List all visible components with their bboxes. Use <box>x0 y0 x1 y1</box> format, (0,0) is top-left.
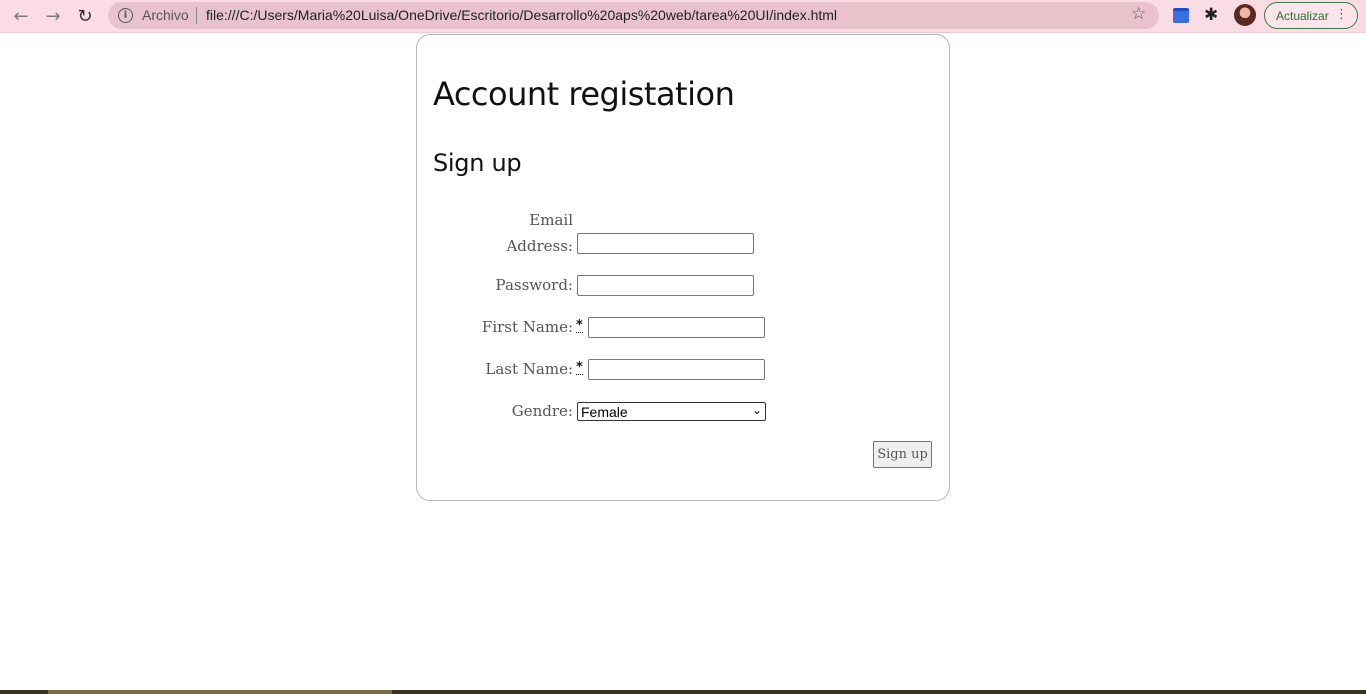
address-bar[interactable]: i Archivo file:///C:/Users/Maria%20Luisa… <box>108 2 1159 29</box>
page-title: Account registation <box>433 75 735 113</box>
update-button-label: Actualizar <box>1276 8 1329 23</box>
gender-selected-value: Female <box>581 403 628 420</box>
first-name-label: First Name: <box>481 318 573 336</box>
back-arrow-icon[interactable]: ← <box>8 4 34 28</box>
browser-toolbar: ← → ↻ i Archivo file:///C:/Users/Maria%2… <box>0 0 1366 33</box>
menu-dots-icon[interactable]: ⋮ <box>1335 7 1348 22</box>
extensions-puzzle-icon[interactable]: ✱ <box>1204 5 1218 25</box>
email-label: Email Address: <box>497 207 573 259</box>
bookmark-star-icon[interactable]: ☆ <box>1131 4 1146 24</box>
required-marker: * <box>576 318 583 333</box>
forward-arrow-icon[interactable]: → <box>40 4 66 28</box>
form-subtitle: Sign up <box>433 149 522 177</box>
update-button[interactable]: Actualizar ⋮ <box>1264 2 1358 29</box>
site-info-label[interactable]: Archivo <box>142 7 189 23</box>
profile-avatar[interactable] <box>1234 4 1256 26</box>
info-icon[interactable]: i <box>118 8 133 23</box>
taskbar-edge <box>0 690 1366 694</box>
first-name-field[interactable] <box>588 317 765 338</box>
email-label-line2: Address: <box>506 237 573 255</box>
sign-up-button[interactable]: Sign up <box>873 441 932 468</box>
password-label: Password: <box>495 276 573 294</box>
last-name-label: Last Name: <box>485 360 573 378</box>
password-field[interactable] <box>577 275 754 296</box>
required-marker: * <box>576 360 583 375</box>
reload-icon[interactable]: ↻ <box>72 4 98 28</box>
extension-icon[interactable] <box>1173 8 1189 23</box>
gender-select[interactable]: Female ⌄ <box>577 402 766 421</box>
email-label-line1: Email <box>529 211 573 229</box>
chevron-down-icon: ⌄ <box>751 403 762 417</box>
registration-card: Account registation Sign up Email Addres… <box>416 34 950 501</box>
gender-label: Gendre: <box>511 402 573 420</box>
email-field[interactable] <box>577 233 754 254</box>
last-name-field[interactable] <box>588 359 765 380</box>
url-text[interactable]: file:///C:/Users/Maria%20Luisa/OneDrive/… <box>206 7 837 23</box>
divider <box>196 7 197 24</box>
